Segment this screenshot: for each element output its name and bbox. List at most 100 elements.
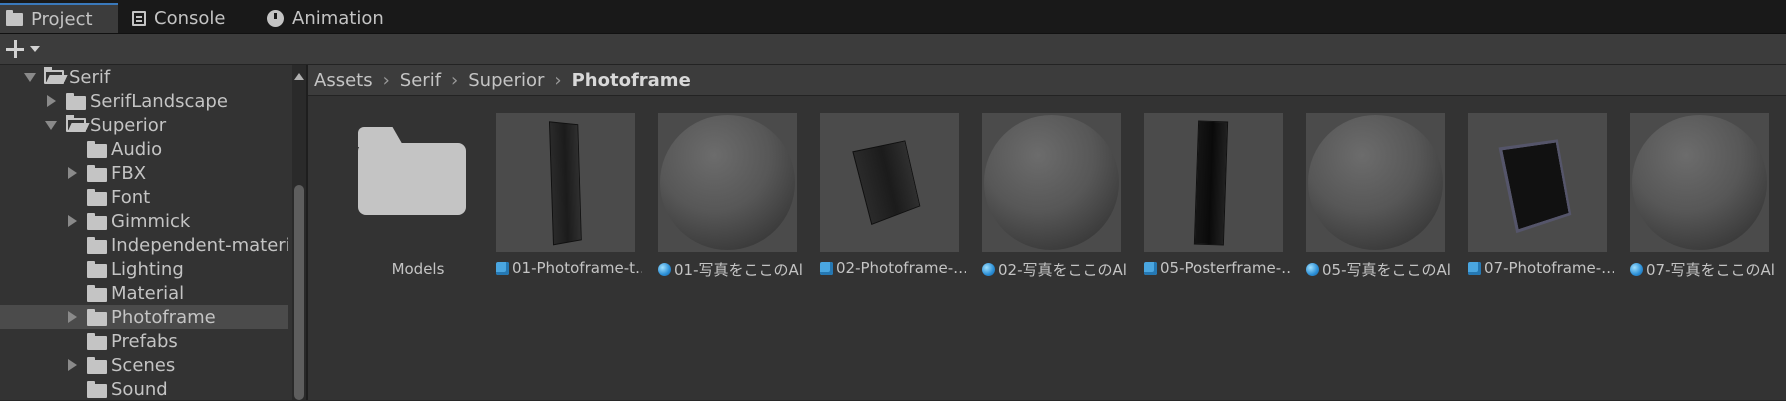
tree-item-label: Prefabs — [111, 330, 178, 352]
tab-animation[interactable]: Animation — [267, 3, 384, 33]
asset-item[interactable]: 01-写真をここのAlb… — [658, 113, 804, 280]
asset-folder-models[interactable] — [348, 113, 488, 252]
chevron-right-icon: › — [554, 69, 562, 91]
folder-tree: Serif SerifLandscape Superior Audio FBX … — [0, 65, 292, 400]
mesh-icon — [1144, 261, 1157, 275]
tree-item-sound[interactable]: Sound — [0, 377, 288, 401]
breadcrumb-serif[interactable]: Serif — [400, 70, 441, 91]
tree-item-font[interactable]: Font — [0, 185, 288, 209]
collapse-arrow-icon[interactable] — [68, 215, 77, 227]
material-sphere-preview — [1632, 115, 1767, 250]
collapse-arrow-icon[interactable] — [68, 311, 77, 323]
tab-console-label: Console — [154, 7, 226, 29]
asset-label: 02-写真をここのAlb… — [998, 261, 1128, 279]
folder-icon — [87, 309, 107, 326]
frame-mesh-preview — [1193, 120, 1229, 246]
tree-item-lighting[interactable]: Lighting — [0, 257, 288, 281]
tree-item-label: Font — [111, 186, 151, 208]
folder-icon — [87, 189, 107, 206]
asset-thumbnail — [1630, 113, 1769, 252]
asset-item[interactable]: 05-Posterframe-… — [1144, 113, 1290, 277]
material-icon — [1306, 263, 1319, 276]
tree-item-material[interactable]: Material — [0, 281, 288, 305]
mesh-icon — [1468, 261, 1481, 275]
expand-arrow-icon[interactable] — [24, 73, 36, 82]
material-sphere-preview — [984, 115, 1119, 250]
tree-item-label: Scenes — [111, 354, 176, 376]
asset-item[interactable]: 01-Photoframe-t… — [496, 113, 642, 277]
tree-item-label: Photoframe — [111, 306, 216, 328]
asset-label: 07-Photoframe-… — [1484, 259, 1614, 277]
asset-thumbnail — [820, 113, 959, 252]
asset-label: 05-Posterframe-… — [1160, 259, 1290, 277]
collapse-arrow-icon[interactable] — [68, 167, 77, 179]
asset-label: 05-写真をここのAlb… — [1322, 261, 1452, 279]
chevron-right-icon: › — [382, 69, 390, 91]
tree-item-label: Gimmick — [111, 210, 191, 232]
tree-item-label: Serif — [69, 66, 111, 88]
scrollbar-thumb[interactable] — [294, 185, 304, 400]
breadcrumb-superior[interactable]: Superior — [468, 70, 544, 91]
plus-icon — [6, 40, 24, 58]
material-sphere-preview — [660, 115, 795, 250]
tree-item-photoframe[interactable]: Photoframe — [0, 305, 288, 329]
animation-icon — [267, 9, 284, 27]
tab-project[interactable]: Project — [0, 3, 118, 33]
folder-icon — [87, 381, 107, 398]
tree-item-audio[interactable]: Audio — [0, 137, 288, 161]
asset-label: 01-写真をここのAlb… — [674, 261, 804, 279]
collapse-arrow-icon[interactable] — [68, 359, 77, 371]
tree-item-label: SerifLandscape — [90, 90, 228, 112]
frame-mesh-preview — [548, 121, 582, 246]
tree-item-prefabs[interactable]: Prefabs — [0, 329, 288, 353]
asset-item[interactable]: 05-写真をここのAlb… — [1306, 113, 1452, 280]
collapse-arrow-icon[interactable] — [47, 95, 56, 107]
material-icon — [982, 263, 995, 276]
mesh-icon — [820, 261, 833, 275]
folder-icon — [87, 285, 107, 302]
asset-item[interactable]: 07-Photoframe-… — [1468, 113, 1614, 277]
window-tab-bar: Project Console Animation — [0, 0, 1786, 34]
material-icon — [1630, 263, 1643, 276]
tree-item-fbx[interactable]: FBX — [0, 161, 288, 185]
tree-scrollbar[interactable] — [292, 65, 306, 400]
folder-icon — [87, 237, 107, 254]
tree-item-independent-materi[interactable]: Independent-materi — [0, 233, 288, 257]
tree-item-superior[interactable]: Superior — [0, 113, 288, 137]
material-icon — [658, 263, 671, 276]
tab-console[interactable]: Console — [132, 3, 225, 33]
asset-item[interactable]: 07-写真をここのAlb… — [1630, 113, 1776, 280]
asset-item[interactable]: 02-Photoframe-… — [820, 113, 966, 277]
chevron-right-icon: › — [451, 69, 459, 91]
asset-item[interactable]: 02-写真をここのAlb… — [982, 113, 1128, 280]
folder-icon — [87, 333, 107, 350]
tree-item-serif[interactable]: Serif — [0, 65, 288, 89]
tree-item-label: Audio — [111, 138, 163, 160]
tree-item-gimmick[interactable]: Gimmick — [0, 209, 288, 233]
folder-icon — [87, 357, 107, 374]
asset-label: 01-Photoframe-t… — [512, 259, 642, 277]
asset-label: 07-写真をここのAlb… — [1646, 261, 1776, 279]
tree-item-scenes[interactable]: Scenes — [0, 353, 288, 377]
open-folder-icon — [66, 115, 86, 132]
breadcrumb-photoframe[interactable]: Photoframe — [572, 70, 691, 91]
add-asset-button[interactable] — [6, 38, 46, 60]
material-sphere-preview — [1308, 115, 1443, 250]
folder-icon — [87, 165, 107, 182]
asset-label: 02-Photoframe-… — [836, 259, 966, 277]
breadcrumb-assets[interactable]: Assets — [314, 70, 373, 91]
tab-project-label: Project — [31, 8, 93, 30]
asset-folder-label: Models — [391, 260, 445, 278]
tree-item-label: Material — [111, 282, 185, 304]
scroll-up-icon[interactable] — [294, 73, 304, 80]
tree-item-label: Independent-materi — [111, 234, 288, 256]
asset-grid: Models 01-Photoframe-t… 01-写真をここのAlb… 02… — [308, 96, 1786, 400]
tree-item-seriflandscape[interactable]: SerifLandscape — [0, 89, 288, 113]
frame-mesh-preview — [1498, 139, 1572, 234]
tree-item-label: Sound — [111, 378, 168, 400]
project-toolbar — [0, 34, 1786, 65]
frame-mesh-preview — [852, 140, 921, 226]
folder-icon — [87, 141, 107, 158]
expand-arrow-icon[interactable] — [45, 121, 57, 130]
asset-thumbnail — [1306, 113, 1445, 252]
